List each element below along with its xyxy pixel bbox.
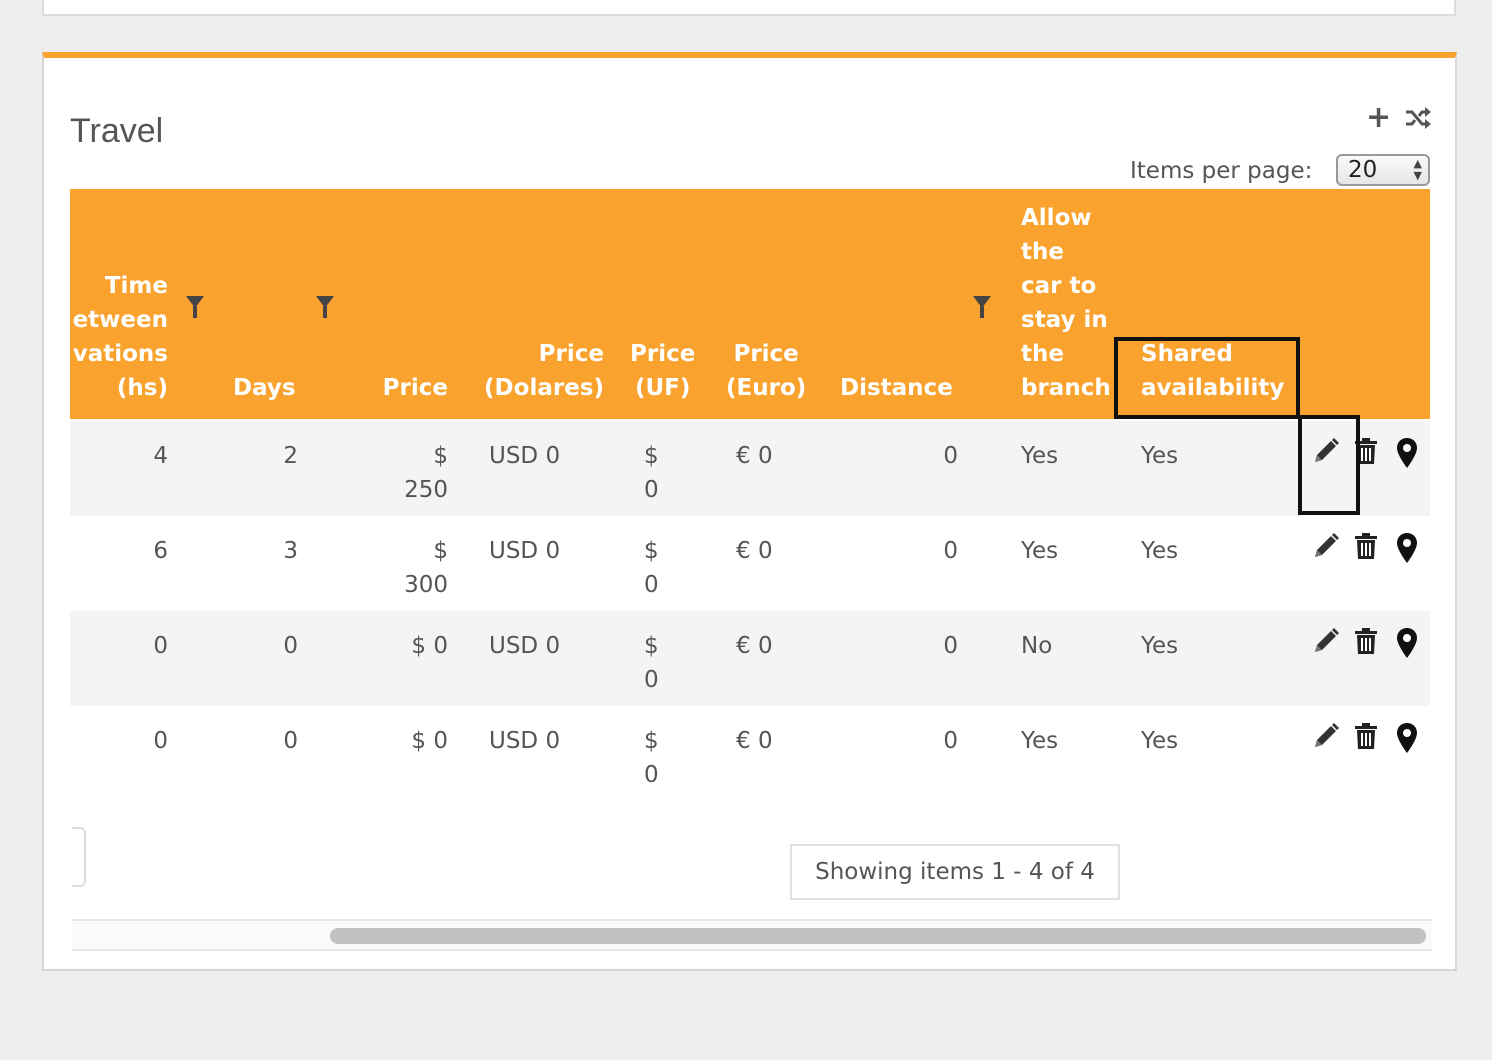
table-row: 4 2 $ 250 USD 0 $ 0 € 0 0 Yes Yes — [70, 421, 1430, 516]
cell-price: $ 0 — [411, 728, 448, 754]
edit-icon[interactable] — [1312, 532, 1340, 564]
cell-price-euro: € 0 — [736, 538, 773, 564]
horizontal-scrollbar[interactable] — [72, 919, 1432, 951]
items-per-page-label: Items per page: — [1130, 158, 1313, 184]
cell-price-uf: $ 0 — [644, 633, 659, 693]
trash-icon[interactable] — [1354, 532, 1378, 564]
col-header-allow-stay[interactable]: Allow the car to stay in the branch — [1021, 201, 1111, 405]
edit-icon[interactable] — [1312, 627, 1340, 659]
travel-table: Time etween vations (hs) Days Price Pric… — [70, 189, 1430, 789]
cell-time: 0 — [153, 633, 168, 659]
cell-time: 4 — [153, 443, 168, 469]
cell-time: 0 — [153, 728, 168, 754]
cell-shared-availability: Yes — [1141, 443, 1179, 469]
cell-allow-stay: No — [1021, 633, 1053, 659]
previous-panel — [42, 0, 1456, 16]
cell-price-uf: $ 0 — [644, 538, 659, 598]
cell-price-usd: USD 0 — [489, 633, 561, 659]
filter-icon-distance[interactable] — [973, 296, 991, 318]
shuffle-icon[interactable] — [1404, 106, 1432, 134]
cell-allow-stay: Yes — [1021, 538, 1059, 564]
map-pin-icon[interactable] — [1396, 627, 1418, 663]
select-arrows-icon: ▲ ▼ — [1413, 157, 1422, 182]
map-pin-icon[interactable] — [1396, 722, 1418, 758]
pager-control[interactable] — [72, 827, 86, 887]
cell-price-usd: USD 0 — [489, 443, 561, 469]
cell-price-uf: $ 0 — [644, 443, 659, 503]
col-header-price-uf[interactable]: Price (UF) — [630, 337, 695, 405]
travel-panel: Travel + Items per page: 20 ▲ ▼ Time etwe… — [42, 52, 1457, 971]
col-header-days[interactable]: Days — [233, 371, 296, 405]
table-row: 0 0 $ 0 USD 0 $ 0 € 0 0 No Yes — [70, 611, 1430, 706]
cell-days: 3 — [283, 538, 298, 564]
col-header-time[interactable]: Time etween vations (hs) — [73, 269, 168, 405]
highlight-shared-availability-header — [1114, 337, 1300, 419]
items-per-page-value: 20 — [1348, 157, 1378, 183]
cell-price-uf: $ 0 — [644, 728, 659, 788]
cell-days: 2 — [283, 443, 298, 469]
cell-shared-availability: Yes — [1141, 633, 1179, 659]
scrollbar-thumb[interactable] — [330, 928, 1426, 944]
cell-price: $ 0 — [411, 633, 448, 659]
cell-price-euro: € 0 — [736, 443, 773, 469]
trash-icon[interactable] — [1354, 627, 1378, 659]
cell-shared-availability: Yes — [1141, 538, 1179, 564]
cell-distance: 0 — [943, 443, 958, 469]
map-pin-icon[interactable] — [1396, 437, 1418, 473]
cell-price-euro: € 0 — [736, 633, 773, 659]
table-row: 6 3 $ 300 USD 0 $ 0 € 0 0 Yes Yes — [70, 516, 1430, 611]
cell-allow-stay: Yes — [1021, 728, 1059, 754]
cell-distance: 0 — [943, 633, 958, 659]
col-header-price[interactable]: Price — [383, 371, 448, 405]
cell-allow-stay: Yes — [1021, 443, 1059, 469]
col-header-price-euro[interactable]: Price (Euro) — [726, 337, 806, 405]
cell-distance: 0 — [943, 538, 958, 564]
col-header-price-dolares[interactable]: Price (Dolares) — [484, 337, 604, 405]
highlight-edit-icon — [1298, 415, 1360, 515]
cell-shared-availability: Yes — [1141, 728, 1179, 754]
map-pin-icon[interactable] — [1396, 532, 1418, 568]
cell-price: $ 300 — [404, 538, 448, 598]
add-icon[interactable]: + — [1366, 103, 1391, 133]
cell-days: 0 — [283, 728, 298, 754]
trash-icon[interactable] — [1354, 722, 1378, 754]
cell-price-euro: € 0 — [736, 728, 773, 754]
cell-price-usd: USD 0 — [489, 728, 561, 754]
items-per-page-select[interactable]: 20 ▲ ▼ — [1336, 154, 1430, 186]
col-header-distance[interactable]: Distance — [840, 371, 953, 405]
filter-icon-time[interactable] — [186, 296, 204, 318]
panel-title: Travel — [70, 112, 164, 150]
table-row: 0 0 $ 0 USD 0 $ 0 € 0 0 Yes Yes — [70, 706, 1430, 789]
filter-icon-days[interactable] — [316, 296, 334, 318]
pager-info: Showing items 1 - 4 of 4 — [790, 844, 1120, 900]
cell-distance: 0 — [943, 728, 958, 754]
edit-icon[interactable] — [1312, 722, 1340, 754]
cell-price: $ 250 — [404, 443, 448, 503]
cell-days: 0 — [283, 633, 298, 659]
cell-price-usd: USD 0 — [489, 538, 561, 564]
cell-time: 6 — [153, 538, 168, 564]
